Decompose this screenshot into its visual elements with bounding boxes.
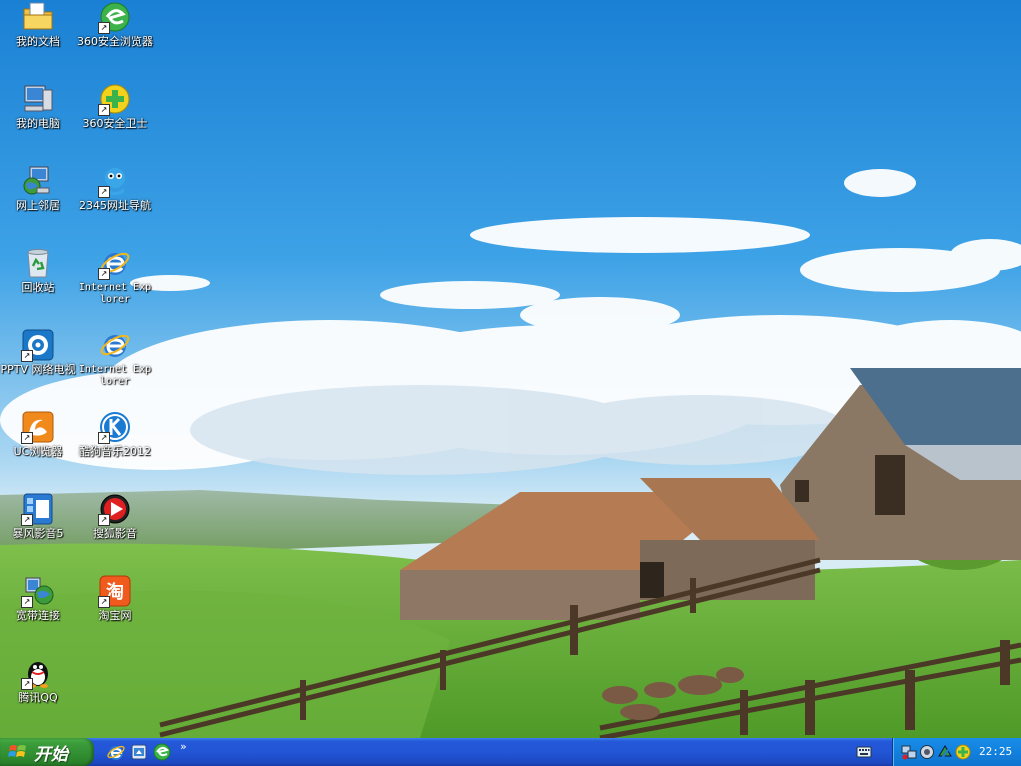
- ie-icon: [107, 745, 125, 760]
- quick-launch-ie[interactable]: [106, 742, 126, 762]
- shortcut-arrow-icon: ↗: [21, 678, 33, 690]
- keyboard-icon[interactable]: [856, 745, 872, 759]
- shortcut-arrow-icon: ↗: [98, 22, 110, 34]
- 360-browser-icon: [153, 743, 171, 761]
- desktop-show-icon: [131, 744, 147, 760]
- recycle-bin-icon: [27, 249, 49, 278]
- desktop-icon-2345-nav[interactable]: ↗ 2345网址导航: [77, 164, 153, 212]
- wallpaper: [0, 0, 1021, 738]
- desktop-icon-pptv[interactable]: ↗ PPTV 网络电视: [0, 328, 76, 376]
- network-places-icon: [23, 166, 50, 195]
- desktop-icon-kugou[interactable]: ↗ 酷狗音乐2012: [77, 410, 153, 458]
- shortcut-arrow-icon: ↗: [98, 268, 110, 280]
- desktop-icon-recycle-bin[interactable]: 回收站: [0, 246, 76, 294]
- desktop-icon-baofeng[interactable]: ↗ 暴风影音5: [0, 492, 76, 540]
- desktop-icon-my-documents[interactable]: 我的文档: [0, 0, 76, 48]
- my-computer-icon: [24, 85, 53, 112]
- security-shield-icon: [938, 745, 952, 759]
- shortcut-arrow-icon: ↗: [98, 104, 110, 116]
- speaker-icon: [920, 745, 934, 759]
- desktop-icon-360-browser[interactable]: ↗ 360安全浏览器: [77, 0, 153, 48]
- clock[interactable]: 22:25: [979, 745, 1012, 758]
- quick-launch-show-desktop[interactable]: [129, 742, 149, 762]
- desktop-icon-uc-browser[interactable]: ↗ UC浏览器: [0, 410, 76, 458]
- quick-launch-more-button[interactable]: »: [180, 740, 187, 753]
- system-tray: 22:25: [892, 738, 1021, 766]
- shortcut-arrow-icon: ↗: [98, 432, 110, 444]
- tray-360-safeguard[interactable]: [955, 744, 971, 760]
- desktop-icon-my-computer[interactable]: 我的电脑: [0, 82, 76, 130]
- quick-launch-360-browser[interactable]: [152, 742, 172, 762]
- network-status-icon: [901, 745, 917, 760]
- 360-safeguard-icon: [955, 744, 971, 760]
- shortcut-arrow-icon: ↗: [98, 514, 110, 526]
- ie-icon: [100, 334, 130, 357]
- tray-network[interactable]: [901, 744, 917, 760]
- shortcut-arrow-icon: ↗: [98, 186, 110, 198]
- desktop-icon-internet-explorer-1[interactable]: ↗ Internet Explorer: [77, 246, 153, 306]
- desktop-icon-qq[interactable]: ↗ 腾讯QQ: [0, 656, 76, 704]
- windows-logo-icon: [8, 745, 26, 757]
- tray-security[interactable]: [937, 744, 953, 760]
- desktop-icon-network-places[interactable]: 网上邻居: [0, 164, 76, 212]
- desktop-icon-broadband[interactable]: ↗ 宽带连接: [0, 574, 76, 622]
- start-label: 开始: [34, 744, 68, 765]
- shortcut-arrow-icon: ↗: [21, 432, 33, 444]
- desktop-icon-internet-explorer-2[interactable]: Internet Explorer: [77, 328, 153, 388]
- shortcut-arrow-icon: ↗: [98, 596, 110, 608]
- desktop-icon-sohu-video[interactable]: ↗ 搜狐影音: [77, 492, 153, 540]
- start-button[interactable]: 开始: [0, 738, 94, 766]
- taskbar: 开始 » 22:25: [0, 738, 1021, 766]
- desktop-icon-taobao[interactable]: 淘 ↗ 淘宝网: [77, 574, 153, 622]
- shortcut-arrow-icon: ↗: [21, 514, 33, 526]
- desktop-icon-360-safeguard[interactable]: ↗ 360安全卫士: [77, 82, 153, 130]
- shortcut-arrow-icon: ↗: [21, 596, 33, 608]
- shortcut-arrow-icon: ↗: [21, 350, 33, 362]
- my-documents-icon: [23, 2, 53, 30]
- tray-volume[interactable]: [919, 744, 935, 760]
